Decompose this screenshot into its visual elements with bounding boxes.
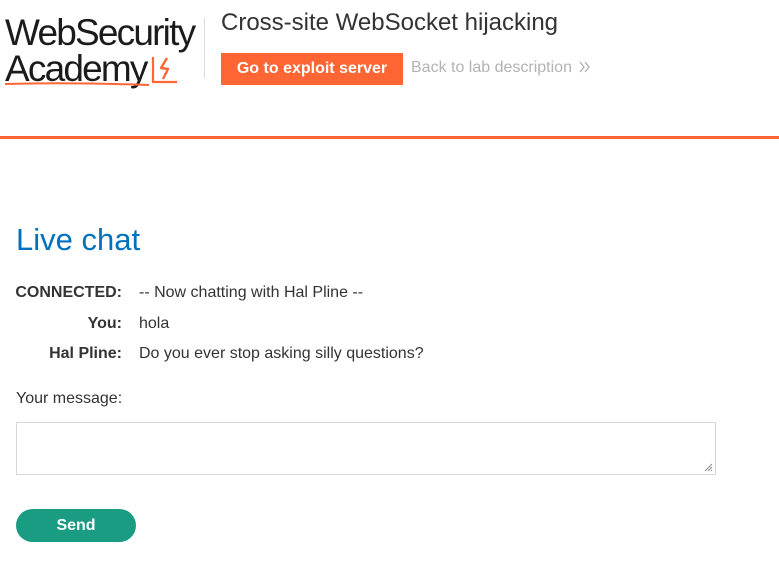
chat-sender: Hal Pline: xyxy=(49,345,122,362)
back-link-label: Back to lab description xyxy=(411,59,572,76)
lightning-bolt-icon xyxy=(151,57,177,84)
go-to-exploit-server-button[interactable]: Go to exploit server xyxy=(221,53,403,85)
send-button[interactable]: Send xyxy=(16,509,136,542)
your-message-label: Your message: xyxy=(16,390,123,407)
resize-grip-icon[interactable] xyxy=(703,462,713,472)
chat-sender: You: xyxy=(87,315,122,332)
chat-message: -- Now chatting with Hal Pline -- xyxy=(139,284,364,301)
header-divider xyxy=(204,18,205,78)
lab-title: Cross-site WebSocket hijacking xyxy=(221,9,559,36)
chat-row: CONNECTED: -- Now chatting with Hal Plin… xyxy=(0,284,779,308)
chat-row: You: hola xyxy=(0,315,779,339)
chat-row: Hal Pline: Do you ever stop asking silly… xyxy=(0,345,779,369)
message-input[interactable] xyxy=(16,422,716,475)
live-chat-title: Live chat xyxy=(16,222,141,257)
web-security-academy-logo[interactable]: WebSecurity Academy xyxy=(3,10,203,90)
header: WebSecurity Academy Cross-site WebSocket… xyxy=(0,0,779,139)
logo-line1: WebSecurity xyxy=(5,12,196,53)
double-chevron-right-icon xyxy=(579,61,590,73)
logo-underline xyxy=(4,82,150,86)
back-to-lab-description-link[interactable]: Back to lab description xyxy=(411,59,592,77)
chat-sender: CONNECTED: xyxy=(15,284,122,301)
chat-message: Do you ever stop asking silly questions? xyxy=(139,345,424,362)
chat-message: hola xyxy=(139,315,170,332)
